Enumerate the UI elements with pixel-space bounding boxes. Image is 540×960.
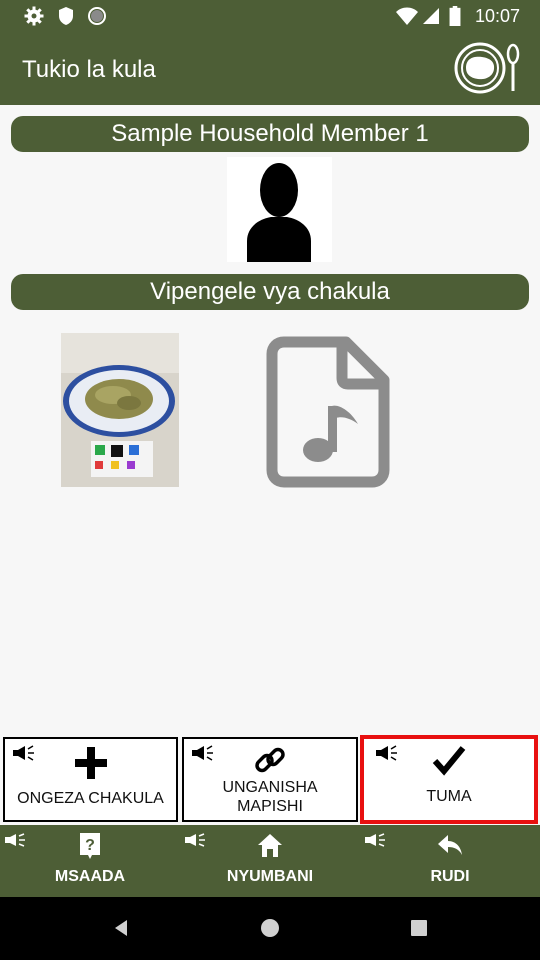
speaker-icon[interactable]	[374, 745, 398, 761]
nav-home-label: NYUMBANI	[226, 868, 314, 885]
food-plate-image	[61, 333, 179, 487]
speaker-icon[interactable]	[4, 833, 26, 847]
link-recipe-label: UNGANISHA MAPISHI	[184, 778, 356, 816]
speaker-icon[interactable]	[364, 833, 386, 847]
checkmark-icon	[432, 746, 466, 776]
battery-icon	[449, 6, 461, 26]
circle-icon	[88, 7, 106, 25]
send-label: TUMA	[426, 788, 472, 805]
music-note-file-icon	[266, 336, 390, 488]
speaker-icon[interactable]	[184, 833, 206, 847]
member-avatar[interactable]	[227, 157, 332, 262]
gear-icon	[24, 6, 44, 26]
shield-icon	[59, 7, 73, 25]
help-icon: ?	[80, 833, 100, 859]
nav-back[interactable]: RUDI	[360, 825, 540, 897]
link-recipe-label-line2: MAPISHI	[237, 798, 303, 815]
app-title: Tukio la kula	[22, 56, 156, 83]
audio-file-icon[interactable]	[266, 336, 390, 488]
plus-icon	[74, 747, 107, 779]
system-recents-icon[interactable]	[408, 917, 430, 939]
svg-text:?: ?	[85, 837, 95, 854]
system-nav-bar	[0, 897, 540, 960]
app-bar: Tukio la kula	[0, 32, 540, 105]
send-button[interactable]: TUMA	[360, 735, 538, 824]
wifi-icon	[396, 7, 418, 25]
add-food-label: ONGEZA CHAKULA	[17, 790, 164, 807]
bottom-nav: ? MSAADA NYUMBANI RUDI	[0, 825, 540, 897]
food-components-header: Vipengele vya chakula	[11, 274, 529, 310]
nav-help-label: MSAADA	[54, 868, 126, 885]
link-recipe-button[interactable]: UNGANISHA MAPISHI	[182, 737, 358, 822]
add-food-button[interactable]: ONGEZA CHAKULA	[3, 737, 178, 822]
nav-help[interactable]: ? MSAADA	[0, 825, 180, 897]
speaker-icon[interactable]	[11, 745, 35, 761]
status-bar: 10:07	[0, 0, 540, 32]
nav-back-label: RUDI	[430, 868, 470, 885]
speaker-icon[interactable]	[190, 745, 214, 761]
plate-spoon-icon	[454, 42, 520, 94]
reply-icon	[438, 835, 462, 855]
food-photo[interactable]	[61, 333, 179, 487]
link-recipe-label-line1: UNGANISHA	[222, 779, 318, 796]
clock: 10:07	[474, 6, 520, 26]
person-silhouette-icon	[247, 163, 311, 262]
link-icon	[255, 747, 285, 773]
system-back-icon[interactable]	[110, 917, 132, 939]
member-name-header: Sample Household Member 1	[11, 116, 529, 152]
nav-home[interactable]: NYUMBANI	[180, 825, 360, 897]
system-home-icon[interactable]	[259, 917, 281, 939]
home-icon	[258, 834, 282, 857]
signal-icon	[423, 8, 439, 24]
